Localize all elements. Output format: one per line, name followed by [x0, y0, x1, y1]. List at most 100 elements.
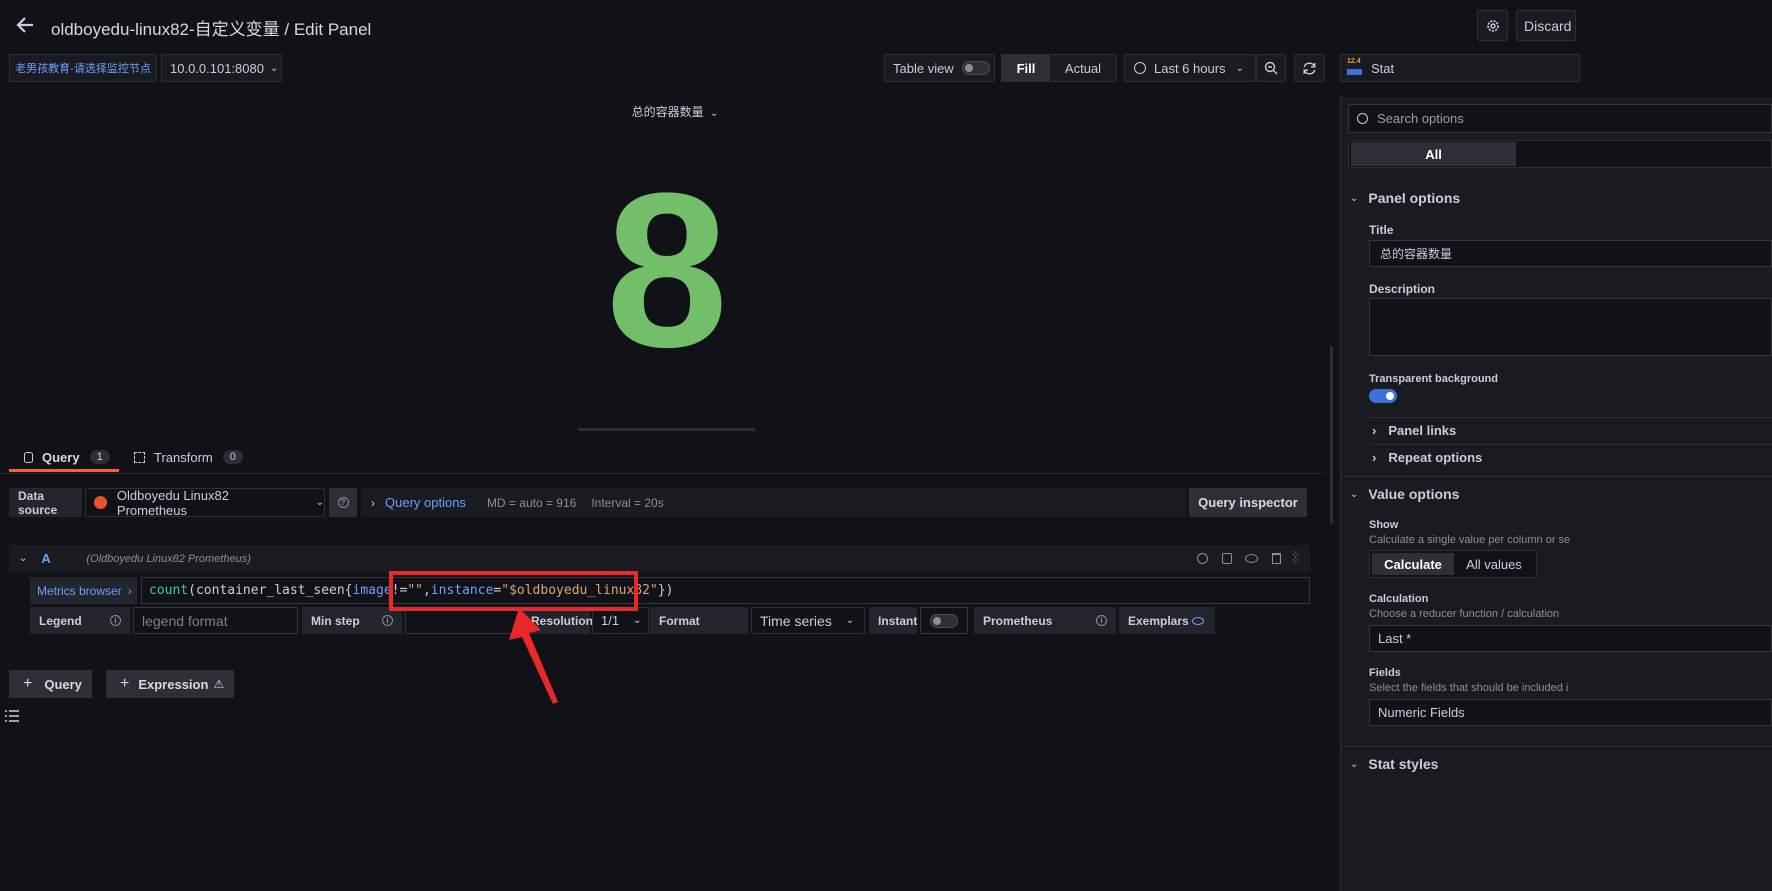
- panel-title-input[interactable]: 总的容器数量: [1369, 240, 1772, 267]
- panel-links-header[interactable]: › Panel links: [1372, 423, 1456, 438]
- exemplars-eye-icon[interactable]: [1192, 616, 1204, 625]
- warning-icon: ⚠: [213, 677, 225, 691]
- min-step-input[interactable]: [405, 607, 520, 634]
- title-option-label: Title: [1369, 223, 1394, 237]
- zoom-out-icon: [1264, 61, 1278, 75]
- chevron-down-icon: ⌄: [269, 62, 279, 74]
- query-ds-name: (Oldboyedu Linux82 Prometheus): [86, 552, 251, 565]
- plus-icon: +: [120, 675, 130, 692]
- gear-icon: [1486, 19, 1499, 32]
- collapse-chevron-icon[interactable]: ⌄: [19, 553, 27, 564]
- panel-resize-handle[interactable]: [578, 428, 755, 431]
- panel-description-textarea[interactable]: [1369, 298, 1772, 356]
- query-row-header: ⌄ A (Oldboyedu Linux82 Prometheus): [9, 545, 1310, 572]
- calculation-option-label: Calculation: [1369, 593, 1429, 605]
- chevron-down-icon: ⌄: [1350, 192, 1359, 204]
- chevron-down-icon: ⌄: [1350, 488, 1359, 500]
- calculation-select[interactable]: Last *: [1369, 625, 1772, 652]
- stat-styles-header[interactable]: ⌄ Stat styles: [1350, 756, 1438, 772]
- chevron-down-icon: ⌄: [709, 108, 719, 119]
- query-options-bar[interactable]: › Query options MD = auto = 916 Interval…: [361, 488, 1186, 517]
- legend-format-input[interactable]: legend format: [133, 607, 298, 634]
- datasource-picker[interactable]: Oldboyedu Linux82 Prometheus ⌄: [85, 488, 325, 518]
- calculation-option-desc: Choose a reducer function / calculation: [1369, 608, 1560, 620]
- query-count-badge: 1: [89, 450, 110, 464]
- table-view-switch[interactable]: [961, 61, 990, 75]
- repeat-options-header[interactable]: › Repeat options: [1372, 450, 1482, 465]
- search-options-input[interactable]: Search options: [1348, 104, 1772, 133]
- transparent-bg-label: Transparent background: [1369, 373, 1498, 385]
- divider: [1369, 417, 1772, 418]
- annotation-arrow: [509, 608, 558, 704]
- info-icon[interactable]: i: [382, 615, 393, 626]
- query-ref-id[interactable]: A: [41, 551, 86, 566]
- zoom-out-button[interactable]: [1256, 54, 1286, 82]
- back-arrow-icon[interactable]: [14, 14, 36, 36]
- prometheus-icon: [94, 496, 107, 509]
- table-view-toggle[interactable]: Table view: [884, 54, 995, 82]
- panel-options-header[interactable]: ⌄ Panel options: [1350, 190, 1460, 206]
- refresh-icon: [1303, 62, 1316, 74]
- transparent-bg-switch[interactable]: [1369, 389, 1397, 403]
- settings-button[interactable]: [1477, 10, 1508, 41]
- page-title: oldboyedu-linux82-自定义变量 / Edit Panel: [51, 20, 372, 39]
- chevron-right-icon: ›: [371, 495, 375, 510]
- instant-switch[interactable]: [930, 613, 958, 628]
- fields-option-label: Fields: [1369, 667, 1401, 679]
- resolution-select[interactable]: 1/1 ⌄: [592, 607, 649, 634]
- add-expression-button[interactable]: + Expression ⚠: [106, 670, 234, 698]
- query-history-list-icon[interactable]: [4, 708, 20, 724]
- format-label: Format: [650, 607, 748, 634]
- promql-query-editor[interactable]: count (container_last_seen{image != "", inst…: [141, 577, 1310, 604]
- search-icon: [1357, 113, 1368, 124]
- datasource-help-button[interactable]: ?: [329, 488, 357, 517]
- database-icon: [24, 451, 33, 463]
- drag-handle-icon[interactable]: ⁘ ⁘: [1291, 550, 1300, 567]
- divider: [1369, 444, 1772, 445]
- legend-label: Legend i: [30, 607, 130, 634]
- show-radio-group: Calculate All values: [1369, 550, 1537, 578]
- tab-query[interactable]: Query 1: [9, 445, 119, 472]
- instant-toggle-cell: [920, 607, 968, 634]
- fields-option-desc: Select the fields that should be include…: [1369, 682, 1569, 694]
- transform-icon: [134, 451, 145, 463]
- show-option-desc: Calculate a single value per column or s…: [1369, 534, 1571, 546]
- time-range-picker[interactable]: Last 6 hours ⌄: [1124, 54, 1256, 82]
- visualization-picker[interactable]: 12.4 Stat: [1340, 54, 1580, 82]
- show-calculate-option[interactable]: Calculate: [1372, 553, 1454, 575]
- help-icon[interactable]: [1197, 553, 1208, 564]
- discard-button[interactable]: Discard: [1516, 10, 1576, 41]
- info-icon[interactable]: i: [1096, 615, 1107, 626]
- stat-viz-icon: 12.4: [1347, 58, 1363, 76]
- delete-query-trash-icon[interactable]: [1272, 553, 1281, 564]
- fill-actual-group: Fill Actual: [1001, 54, 1117, 82]
- pane-scrollbar[interactable]: [1330, 346, 1333, 524]
- chevron-down-icon: ⌄: [1235, 62, 1244, 74]
- fill-button[interactable]: Fill: [1002, 55, 1050, 81]
- info-icon[interactable]: i: [110, 615, 121, 626]
- options-tab-all[interactable]: All: [1351, 142, 1516, 166]
- section-divider: [1340, 476, 1772, 477]
- plus-icon: +: [23, 675, 33, 692]
- query-area-divider: [0, 473, 1325, 474]
- chevron-down-icon: ⌄: [1350, 758, 1359, 770]
- value-options-header[interactable]: ⌄ Value options: [1350, 486, 1459, 502]
- prometheus-type-label: Prometheus i: [974, 607, 1116, 634]
- format-select[interactable]: Time series ⌄: [751, 607, 865, 634]
- show-all-values-option[interactable]: All values: [1454, 557, 1534, 572]
- refresh-button[interactable]: [1294, 54, 1325, 82]
- duplicate-query-icon[interactable]: [1222, 553, 1232, 564]
- fields-select[interactable]: Numeric Fields: [1369, 699, 1772, 726]
- exemplars-label: Exemplars: [1119, 607, 1215, 634]
- panel-title[interactable]: 总的容器数量 ⌄: [560, 103, 790, 120]
- actual-button[interactable]: Actual: [1050, 55, 1116, 81]
- chevron-right-icon: ›: [127, 583, 132, 598]
- hide-query-eye-icon[interactable]: [1245, 554, 1258, 563]
- add-query-button[interactable]: + Query: [9, 670, 92, 698]
- metrics-browser-button[interactable]: Metrics browser ›: [30, 577, 137, 604]
- transform-count-badge: 0: [222, 450, 243, 464]
- query-inspector-button[interactable]: Query inspector: [1189, 488, 1307, 517]
- section-divider: [1340, 746, 1772, 747]
- tab-transform[interactable]: Transform 0: [134, 445, 254, 469]
- variable-select[interactable]: 10.0.0.101:8080 ⌄: [161, 54, 282, 82]
